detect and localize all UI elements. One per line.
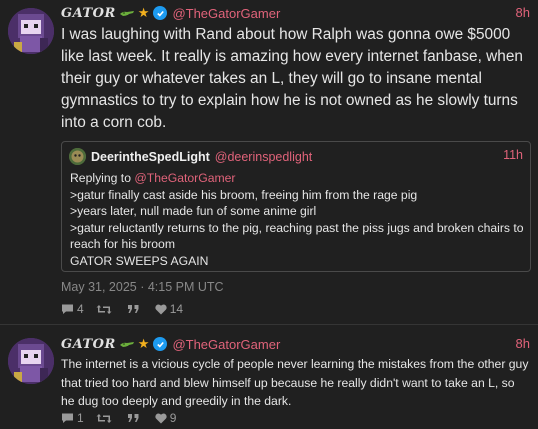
post-header: GATOR ★ @TheGatorGamer: [61, 4, 280, 22]
star-icon: ★: [137, 5, 150, 20]
reply-button[interactable]: 4: [61, 302, 84, 316]
quote-line: GATOR SWEEPS AGAIN: [70, 253, 209, 268]
repost-button[interactable]: [96, 304, 115, 315]
verified-check-icon: [153, 337, 168, 351]
retweet-icon: [96, 304, 112, 314]
quoted-post[interactable]: DeerintheSpedLight @deerinspedlight 11h …: [61, 141, 531, 272]
post-text: I was laughing with Rand about how Ralph…: [61, 26, 523, 131]
heart-icon: [155, 413, 167, 423]
post-actions: 4 14: [61, 302, 195, 316]
reply-button[interactable]: 1: [61, 411, 84, 425]
quote-avatar[interactable]: [69, 148, 86, 165]
post-text: The internet is a vicious cycle of peopl…: [61, 357, 529, 408]
heart-icon: [155, 304, 167, 314]
timestamp[interactable]: 8h: [516, 336, 530, 351]
retweet-icon: [96, 413, 112, 423]
crocodile-icon: [119, 8, 135, 18]
quote-line: >gatur reluctantly returns to the pig, r…: [70, 220, 524, 252]
repost-button[interactable]: [96, 413, 115, 424]
post[interactable]: GATOR ★ @TheGatorGamer 8h The internet i…: [0, 325, 538, 429]
crocodile-icon: [119, 339, 135, 349]
quote-timestamp[interactable]: 11h: [503, 148, 523, 162]
timestamp[interactable]: 8h: [516, 5, 530, 20]
quote-button[interactable]: [127, 304, 143, 314]
reply-handle[interactable]: @TheGatorGamer: [134, 171, 235, 185]
display-name[interactable]: GATOR: [61, 6, 116, 21]
comment-icon: [62, 413, 73, 423]
reply-prefix: Replying to: [70, 171, 131, 185]
like-button[interactable]: 14: [155, 302, 183, 316]
handle[interactable]: @TheGatorGamer: [172, 337, 280, 352]
display-name[interactable]: GATOR: [61, 337, 116, 352]
post-actions: 1 9: [61, 411, 188, 425]
quote-handle[interactable]: @deerinspedlight: [215, 150, 312, 164]
quote-icon: [127, 305, 139, 313]
avatar-image: [8, 8, 54, 54]
comment-icon: [62, 304, 73, 314]
quote-button[interactable]: [127, 413, 143, 423]
quote-body: Replying to @TheGatorGamer >gatur finall…: [70, 170, 525, 269]
quote-line: >gatur finally cast aside his broom, fre…: [70, 187, 418, 202]
post-date[interactable]: May 31, 2025 · 4:15 PM UTC: [61, 280, 224, 294]
avatar[interactable]: [8, 338, 54, 384]
quote-header: DeerintheSpedLight @deerinspedlight: [91, 148, 312, 165]
quote-reply-line: Replying to @TheGatorGamer: [70, 170, 525, 187]
post[interactable]: GATOR ★ @TheGatorGamer 8h I was laughing…: [0, 0, 538, 324]
like-count: 9: [169, 411, 177, 425]
post-header: GATOR ★ @TheGatorGamer: [61, 335, 280, 353]
quote-line: >years later, null made fun of some anim…: [70, 204, 317, 218]
quote-display-name[interactable]: DeerintheSpedLight: [91, 150, 210, 164]
reply-count: 4: [77, 302, 84, 316]
verified-check-icon: [153, 6, 168, 20]
avatar[interactable]: [8, 8, 54, 54]
reply-count: 1: [77, 411, 84, 425]
handle[interactable]: @TheGatorGamer: [172, 6, 280, 21]
avatar-image: [8, 338, 54, 384]
like-button[interactable]: 9: [155, 411, 177, 425]
star-icon: ★: [137, 336, 150, 351]
like-count: 14: [169, 302, 184, 316]
quote-icon: [127, 414, 139, 422]
